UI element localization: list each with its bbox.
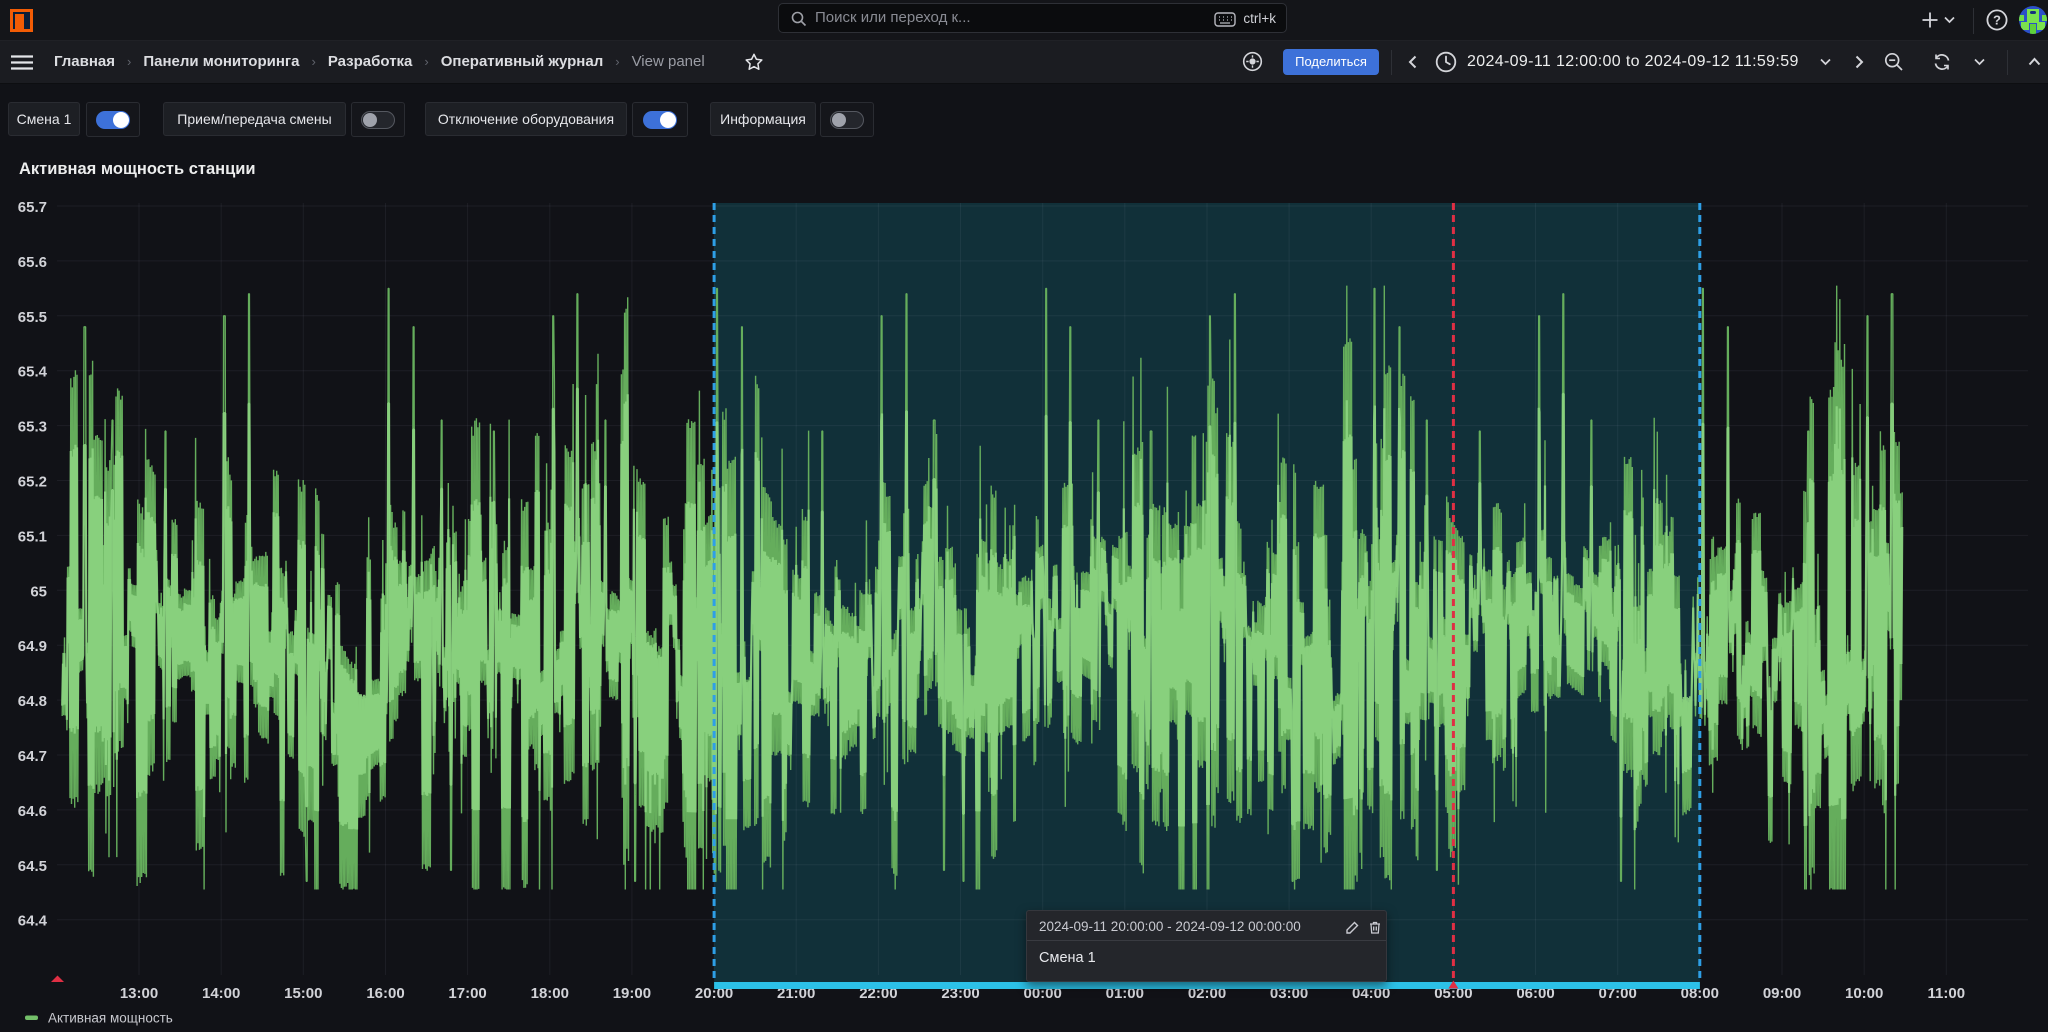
svg-text:?: ? [1993, 13, 2001, 28]
svg-text:19:00: 19:00 [613, 985, 651, 1002]
svg-text:11:00: 11:00 [1928, 985, 1966, 1002]
svg-text:14:00: 14:00 [202, 985, 240, 1002]
svg-text:65.7: 65.7 [18, 199, 47, 216]
svg-text:Активная мощность: Активная мощность [48, 1011, 173, 1026]
svg-text:18:00: 18:00 [531, 985, 569, 1002]
svg-text:17:00: 17:00 [448, 985, 486, 1002]
svg-text:64.5: 64.5 [18, 858, 47, 875]
svg-text:65.2: 65.2 [18, 474, 47, 491]
svg-text:64.9: 64.9 [18, 638, 47, 655]
svg-text:64.6: 64.6 [18, 803, 47, 820]
svg-text:65.1: 65.1 [18, 528, 47, 545]
svg-text:64.8: 64.8 [18, 693, 47, 710]
svg-text:64.4: 64.4 [18, 913, 48, 930]
svg-text:65.3: 65.3 [18, 419, 47, 436]
svg-text:64.7: 64.7 [18, 748, 47, 765]
svg-text:10:00: 10:00 [1845, 985, 1883, 1002]
svg-text:13:00: 13:00 [120, 985, 158, 1002]
svg-text:15:00: 15:00 [284, 985, 322, 1002]
svg-text:65.6: 65.6 [18, 254, 47, 271]
svg-text:09:00: 09:00 [1763, 985, 1801, 1002]
svg-text:65.5: 65.5 [18, 309, 47, 326]
svg-text:65.4: 65.4 [18, 364, 48, 381]
svg-text:16:00: 16:00 [366, 985, 404, 1002]
svg-text:65: 65 [30, 583, 47, 600]
